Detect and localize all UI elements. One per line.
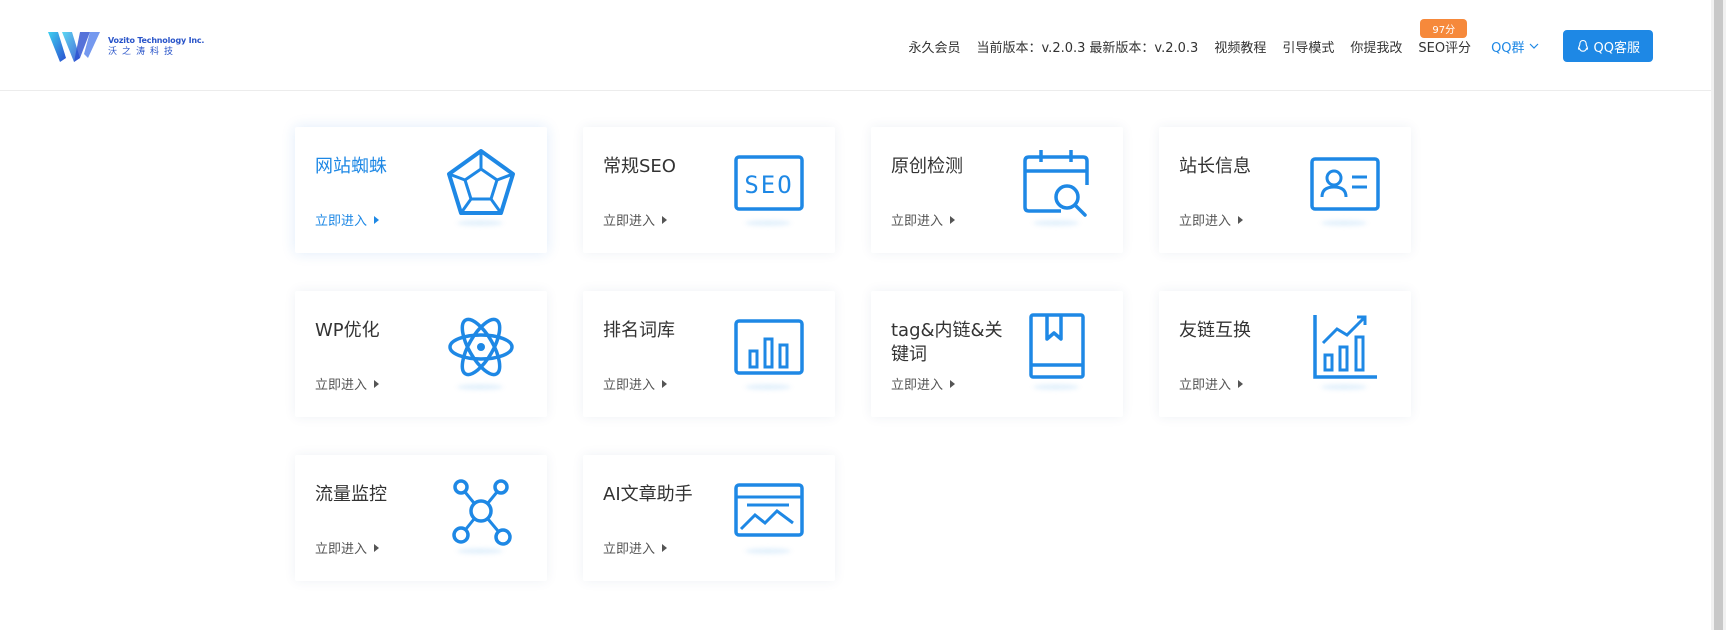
seo-score-badge: 97分 [1420,18,1468,38]
logo[interactable]: Vozito Technology Inc. 沃之涛科技 [46,28,204,66]
caret-right-icon [662,379,668,388]
card-enter-link[interactable]: 立即进入 [1179,374,1244,393]
card-enter-link[interactable]: 立即进入 [603,374,668,393]
caret-right-icon [950,379,956,388]
trend-chart-icon [1313,315,1377,379]
nav-lifetime-member[interactable]: 永久会员 [908,37,960,56]
caret-right-icon [662,543,668,552]
bookmark-book-icon [1029,313,1085,379]
card-title: 友链互换 [1179,320,1251,341]
caret-right-icon [950,215,956,224]
card-title: 网站蜘蛛 [315,156,387,177]
article-chart-icon [734,483,804,537]
top-nav: 永久会员 当前版本：v.2.0.3 最新版本：v.2.0.3 视频教程 引导模式 … [892,18,1653,62]
caret-right-icon [374,379,380,388]
card-enter-link[interactable]: 立即进入 [1179,210,1244,229]
scrollbar[interactable] [1711,0,1726,630]
card-title: 流量监控 [315,484,387,505]
qq-group-label: QQ群 [1491,40,1525,56]
card-traffic-monitor[interactable]: 流量监控 立即进入 [295,455,547,581]
card-title: tag&内链&关键词 [891,320,1003,365]
nav-video-tutorial[interactable]: 视频教程 [1214,37,1266,56]
latest-version: 最新版本：v.2.0.3 [1089,40,1199,56]
card-enter-link[interactable]: 立即进入 [891,210,956,229]
card-webmaster-info[interactable]: 站长信息 立即进入 [1159,127,1411,253]
card-link-exchange[interactable]: 友链互换 立即进入 [1159,291,1411,417]
card-enter-link[interactable]: 立即进入 [603,210,668,229]
caret-right-icon [374,543,380,552]
logo-text-zh: 沃之涛科技 [108,47,179,57]
card-wp-optimize[interactable]: WP优化 立即进入 [295,291,547,417]
id-card-icon [1310,157,1380,211]
caret-right-icon [1238,379,1244,388]
card-rank-lexicon[interactable]: 排名词库 立即进入 [583,291,835,417]
card-tag-links-keywords[interactable]: tag&内链&关键词 立即进入 [871,291,1123,417]
bar-chart-icon [734,319,804,375]
card-title: AI文章助手 [603,484,693,505]
logo-mark-icon [48,32,100,62]
card-enter-link[interactable]: 立即进入 [315,538,380,557]
chevron-down-icon [1529,43,1538,49]
nav-guide-mode[interactable]: 引导模式 [1282,37,1334,56]
svg-text:SEO: SEO [744,171,793,199]
network-nodes-icon [452,479,512,546]
atom-icon [448,317,514,377]
logo-text-en: Vozito Technology Inc. [108,36,205,45]
card-title: WP优化 [315,320,380,341]
card-original-check[interactable]: 原创检测 立即进入 [871,127,1123,253]
caret-right-icon [374,215,380,224]
caret-right-icon [662,215,668,224]
card-enter-link[interactable]: 立即进入 [891,374,956,393]
card-title: 原创检测 [891,156,963,177]
top-header: Vozito Technology Inc. 沃之涛科技 永久会员 当前版本：v… [0,0,1711,91]
card-enter-link[interactable]: 立即进入 [315,210,380,229]
card-website-spider[interactable]: 网站蜘蛛 立即进入 [295,127,547,253]
qq-service-button[interactable]: QQ客服 [1562,30,1653,62]
scrollbar-thumb[interactable] [1714,0,1723,630]
nav-feedback[interactable]: 你提我改 [1350,37,1402,56]
qq-service-label: QQ客服 [1593,40,1640,56]
card-ai-article-assistant[interactable]: AI文章助手 立即进入 [583,455,835,581]
card-enter-link[interactable]: 立即进入 [315,374,380,393]
pentagon-icon [447,149,515,215]
qq-penguin-icon [1577,39,1588,52]
seo-icon: SEO [734,155,804,211]
card-title: 常规SEO [603,156,676,177]
seo-score-label: SEO评分 [1418,40,1472,56]
caret-right-icon [1238,215,1244,224]
card-title: 排名词库 [603,320,675,341]
calendar-search-icon [1023,150,1089,217]
card-title: 站长信息 [1179,156,1251,177]
card-regular-seo[interactable]: 常规SEO 立即进入 SEO [583,127,835,253]
card-enter-link[interactable]: 立即进入 [603,538,668,557]
version-info: 当前版本：v.2.0.3 最新版本：v.2.0.3 [977,37,1199,56]
current-version: 当前版本：v.2.0.3 [976,40,1086,56]
nav-seo-score[interactable]: 97分 SEO评分 [1418,18,1472,56]
qq-group-dropdown[interactable]: QQ群 [1491,37,1538,56]
